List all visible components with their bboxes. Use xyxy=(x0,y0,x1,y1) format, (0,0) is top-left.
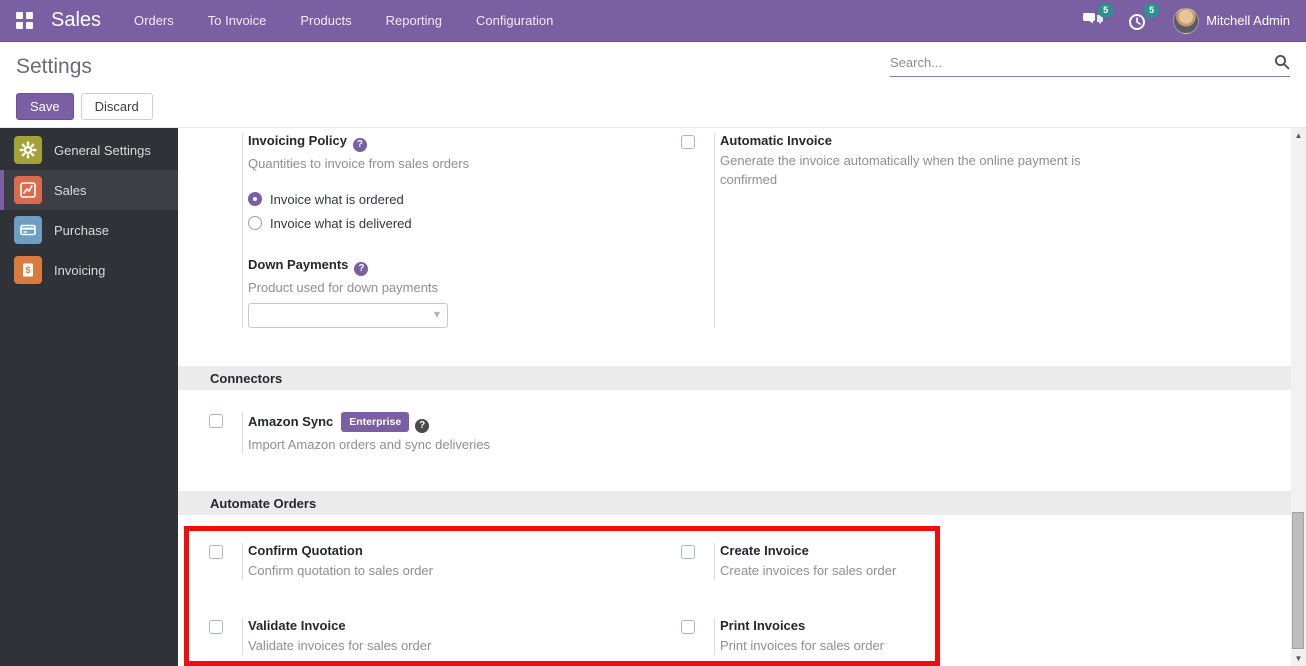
setting-print-invoices: Print Invoices Print invoices for sales … xyxy=(681,618,884,655)
sidebar-item-general-settings[interactable]: General Settings xyxy=(0,130,178,170)
nav-menus: Orders To Invoice Products Reporting Con… xyxy=(134,13,553,28)
setting-desc: Confirm quotation to sales order xyxy=(248,563,433,578)
activities-badge: 5 xyxy=(1144,2,1160,18)
nav-menu-configuration[interactable]: Configuration xyxy=(476,13,553,28)
setting-desc: Print invoices for sales order xyxy=(720,638,885,653)
setting-invoicing-policy: Invoicing Policy? Quantities to invoice … xyxy=(209,133,681,328)
nav-menu-orders[interactable]: Orders xyxy=(134,13,174,28)
setting-desc: Import Amazon orders and sync deliveries xyxy=(248,437,491,452)
credit-card-icon xyxy=(14,216,42,244)
chevron-down-icon: ▾ xyxy=(433,307,440,321)
discard-button[interactable]: Discard xyxy=(80,93,153,120)
setting-title: Validate Invoice xyxy=(248,618,346,633)
print-invoices-checkbox[interactable] xyxy=(681,620,695,634)
sidebar-item-sales[interactable]: Sales xyxy=(0,170,178,210)
setting-create-invoice: Create Invoice Create invoices for sales… xyxy=(681,543,896,580)
user-avatar xyxy=(1173,7,1200,34)
activities-icon[interactable]: 5 xyxy=(1127,2,1160,32)
setting-title: Create Invoice xyxy=(720,543,809,558)
setting-down-payments: Down Payments? Product used for down pay… xyxy=(248,257,469,328)
sidebar-item-invoicing[interactable]: $ Invoicing xyxy=(0,250,178,290)
section-header-connectors: Connectors xyxy=(178,366,1306,390)
scroll-up-arrow-icon[interactable]: ▲ xyxy=(1291,128,1306,143)
scrollbar-thumb[interactable] xyxy=(1292,512,1304,649)
help-icon[interactable]: ? xyxy=(354,262,369,276)
sidebar-item-purchase[interactable]: Purchase xyxy=(0,210,178,250)
setting-desc: Generate the invoice automatically when … xyxy=(720,153,1081,187)
help-icon[interactable]: ? xyxy=(352,138,367,152)
radio-label: Invoice what is ordered xyxy=(270,191,404,207)
settings-sidebar: General Settings Sales Purchase $ Invoic… xyxy=(0,128,178,666)
radio-invoice-ordered[interactable] xyxy=(248,192,262,206)
setting-title: Automatic Invoice xyxy=(720,133,832,148)
setting-title: Invoicing Policy? xyxy=(248,133,469,152)
setting-desc: Product used for down payments xyxy=(248,280,439,295)
invoice-doc-icon: $ xyxy=(14,256,42,284)
setting-confirm-quotation: Confirm Quotation Confirm quotation to s… xyxy=(209,543,681,580)
search-input[interactable] xyxy=(890,54,1274,70)
highlight-box: Confirm Quotation Confirm quotation to s… xyxy=(184,526,940,666)
apps-menu-icon[interactable] xyxy=(16,12,33,29)
nav-menu-products[interactable]: Products xyxy=(300,13,351,28)
search-icon[interactable] xyxy=(1274,54,1290,70)
nav-menu-reporting[interactable]: Reporting xyxy=(386,13,442,28)
down-payments-select[interactable]: ▾ xyxy=(248,303,448,328)
create-invoice-checkbox[interactable] xyxy=(681,545,695,559)
top-navbar: Sales Orders To Invoice Products Reporti… xyxy=(0,0,1306,42)
user-name: Mitchell Admin xyxy=(1206,13,1290,28)
validate-invoice-checkbox[interactable] xyxy=(209,620,223,634)
sidebar-label: Sales xyxy=(54,182,87,198)
page-header: Settings Save Discard xyxy=(0,42,1306,128)
setting-validate-invoice: Validate Invoice Validate invoices for s… xyxy=(209,618,681,655)
sidebar-label: Purchase xyxy=(54,222,109,238)
save-button[interactable]: Save xyxy=(16,93,74,120)
user-menu[interactable]: Mitchell Admin xyxy=(1173,7,1290,34)
svg-text:$: $ xyxy=(25,265,30,275)
radio-label: Invoice what is delivered xyxy=(270,215,412,231)
setting-desc: Create invoices for sales order xyxy=(720,563,897,578)
sidebar-label: General Settings xyxy=(54,142,151,158)
setting-desc: Validate invoices for sales order xyxy=(248,638,432,653)
gear-icon xyxy=(14,136,42,164)
page-title: Settings xyxy=(16,55,92,78)
setting-desc: Quantities to invoice from sales orders xyxy=(248,156,470,171)
messages-icon[interactable]: 5 xyxy=(1081,2,1114,32)
confirm-quotation-checkbox[interactable] xyxy=(209,545,223,559)
setting-amazon-sync: Amazon Sync Enterprise? Import Amazon ord… xyxy=(209,412,681,454)
enterprise-badge: Enterprise xyxy=(341,412,410,432)
setting-title: Print Invoices xyxy=(720,618,806,633)
app-brand[interactable]: Sales xyxy=(51,9,101,32)
sidebar-label: Invoicing xyxy=(54,262,106,278)
setting-title: Amazon Sync Enterprise? xyxy=(248,412,490,433)
setting-title: Confirm Quotation xyxy=(248,543,363,558)
sales-chart-icon xyxy=(14,176,42,204)
nav-menu-to-invoice[interactable]: To Invoice xyxy=(208,13,267,28)
setting-automatic-invoice: Automatic Invoice Generate the invoice a… xyxy=(681,133,1086,328)
help-icon[interactable]: ? xyxy=(415,419,430,433)
setting-title: Down Payments? xyxy=(248,257,469,276)
settings-content: Invoicing Policy? Quantities to invoice … xyxy=(178,128,1306,666)
messages-badge: 5 xyxy=(1098,2,1114,18)
section-header-automate-orders: Automate Orders xyxy=(178,491,1306,515)
radio-invoice-delivered[interactable] xyxy=(248,216,262,230)
scroll-down-arrow-icon[interactable]: ▼ xyxy=(1291,651,1306,666)
scrollbar[interactable]: ▲ ▼ xyxy=(1291,128,1306,666)
amazon-sync-checkbox[interactable] xyxy=(209,414,223,428)
search-box xyxy=(890,54,1290,77)
automatic-invoice-checkbox[interactable] xyxy=(681,135,695,149)
